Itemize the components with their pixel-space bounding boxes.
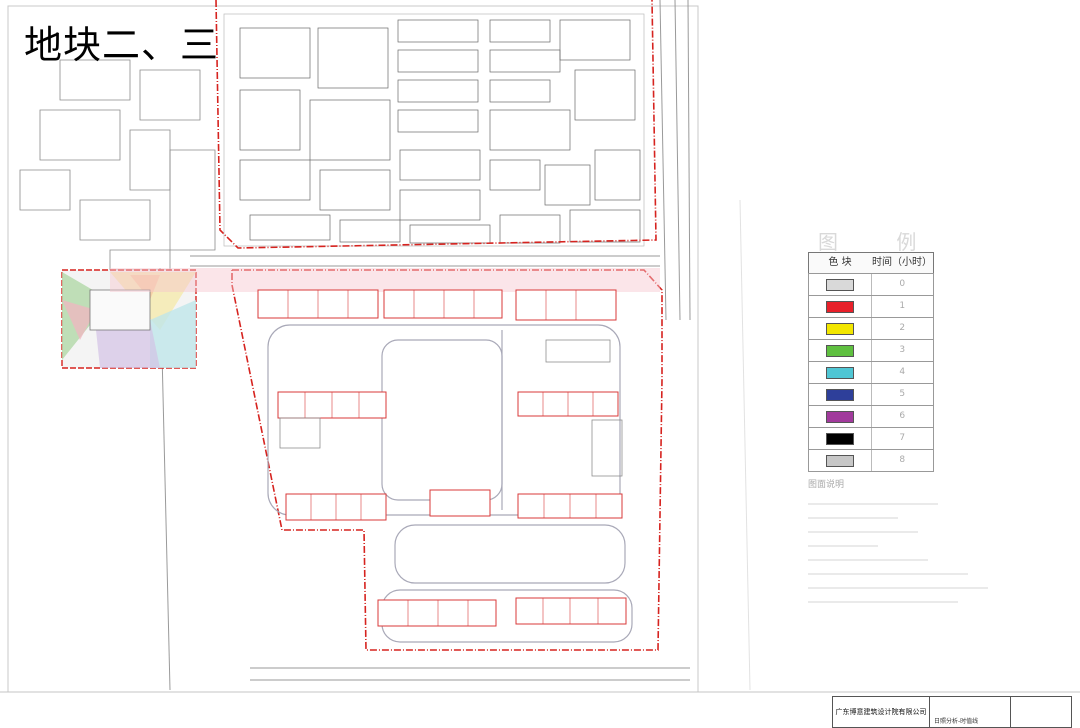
- title-block-signatures: [1011, 697, 1071, 727]
- legend-swatch-cell: [809, 362, 872, 383]
- drawing-notes: 图面说明: [808, 478, 1028, 617]
- legend-row: 8: [808, 449, 934, 472]
- drawing-title-block: 广东博意建筑设计院有限公司 日照分析-时值线: [832, 696, 1072, 728]
- legend-swatch-cell: [809, 274, 872, 295]
- legend-row: 2: [808, 317, 934, 339]
- legend-row: 7: [808, 427, 934, 449]
- slide-title: 地块二、三: [24, 23, 220, 67]
- legend-row: 3: [808, 339, 934, 361]
- legend-row: 6: [808, 405, 934, 427]
- site-plan-slide: 地块二、三 图 例 色 块 时间（小时） 0 1 2 3 4 5 6 7 8 图面说明 广东博意…: [0, 0, 1080, 728]
- design-company: 广东博意建筑设计院有限公司: [833, 697, 930, 727]
- legend-color-swatch: [825, 322, 854, 335]
- legend-row: 1: [808, 295, 934, 317]
- notes-heading: 图面说明: [808, 480, 845, 490]
- legend-table: 色 块 时间（小时） 0 1 2 3 4 5 6 7 8: [808, 252, 934, 472]
- legend-hours: 0: [899, 279, 906, 289]
- legend-row: 5: [808, 383, 934, 405]
- legend-col-color: 色 块: [828, 257, 852, 268]
- legend-title: 图 例: [818, 230, 943, 254]
- title-block-info: 日照分析-时值线: [930, 697, 1011, 727]
- legend-swatch-cell: [809, 428, 872, 449]
- legend-hours: 2: [899, 323, 906, 333]
- legend-hours: 4: [899, 367, 906, 377]
- legend-hours: 8: [899, 455, 906, 465]
- legend-swatch-cell: [809, 406, 872, 427]
- legend-hours: 3: [899, 345, 906, 355]
- legend-swatch-cell: [809, 450, 872, 471]
- legend-header: 色 块 时间（小时）: [808, 252, 934, 273]
- legend-swatch-cell: [809, 318, 872, 339]
- legend-color-swatch: [825, 388, 854, 401]
- legend-row: 0: [808, 273, 934, 295]
- legend-color-swatch: [825, 454, 854, 467]
- legend-color-swatch: [825, 278, 854, 291]
- notes-text-lines: [808, 503, 988, 603]
- legend-hours: 7: [899, 433, 906, 443]
- legend-col-time: 时间（小时）: [872, 257, 932, 268]
- legend-hours: 6: [899, 411, 906, 421]
- legend-hours: 5: [899, 389, 906, 399]
- legend-color-swatch: [825, 366, 854, 379]
- legend-row: 4: [808, 361, 934, 383]
- legend-swatch-cell: [809, 384, 872, 405]
- legend-color-swatch: [825, 300, 854, 313]
- drawing-name: 日照分析-时值线: [934, 718, 979, 725]
- legend-color-swatch: [825, 410, 854, 423]
- legend-rows: 0 1 2 3 4 5 6 7 8: [808, 273, 934, 472]
- legend-color-swatch: [825, 344, 854, 357]
- legend-hours: 1: [899, 301, 906, 311]
- legend-color-swatch: [825, 432, 854, 445]
- legend-swatch-cell: [809, 296, 872, 317]
- legend-swatch-cell: [809, 340, 872, 361]
